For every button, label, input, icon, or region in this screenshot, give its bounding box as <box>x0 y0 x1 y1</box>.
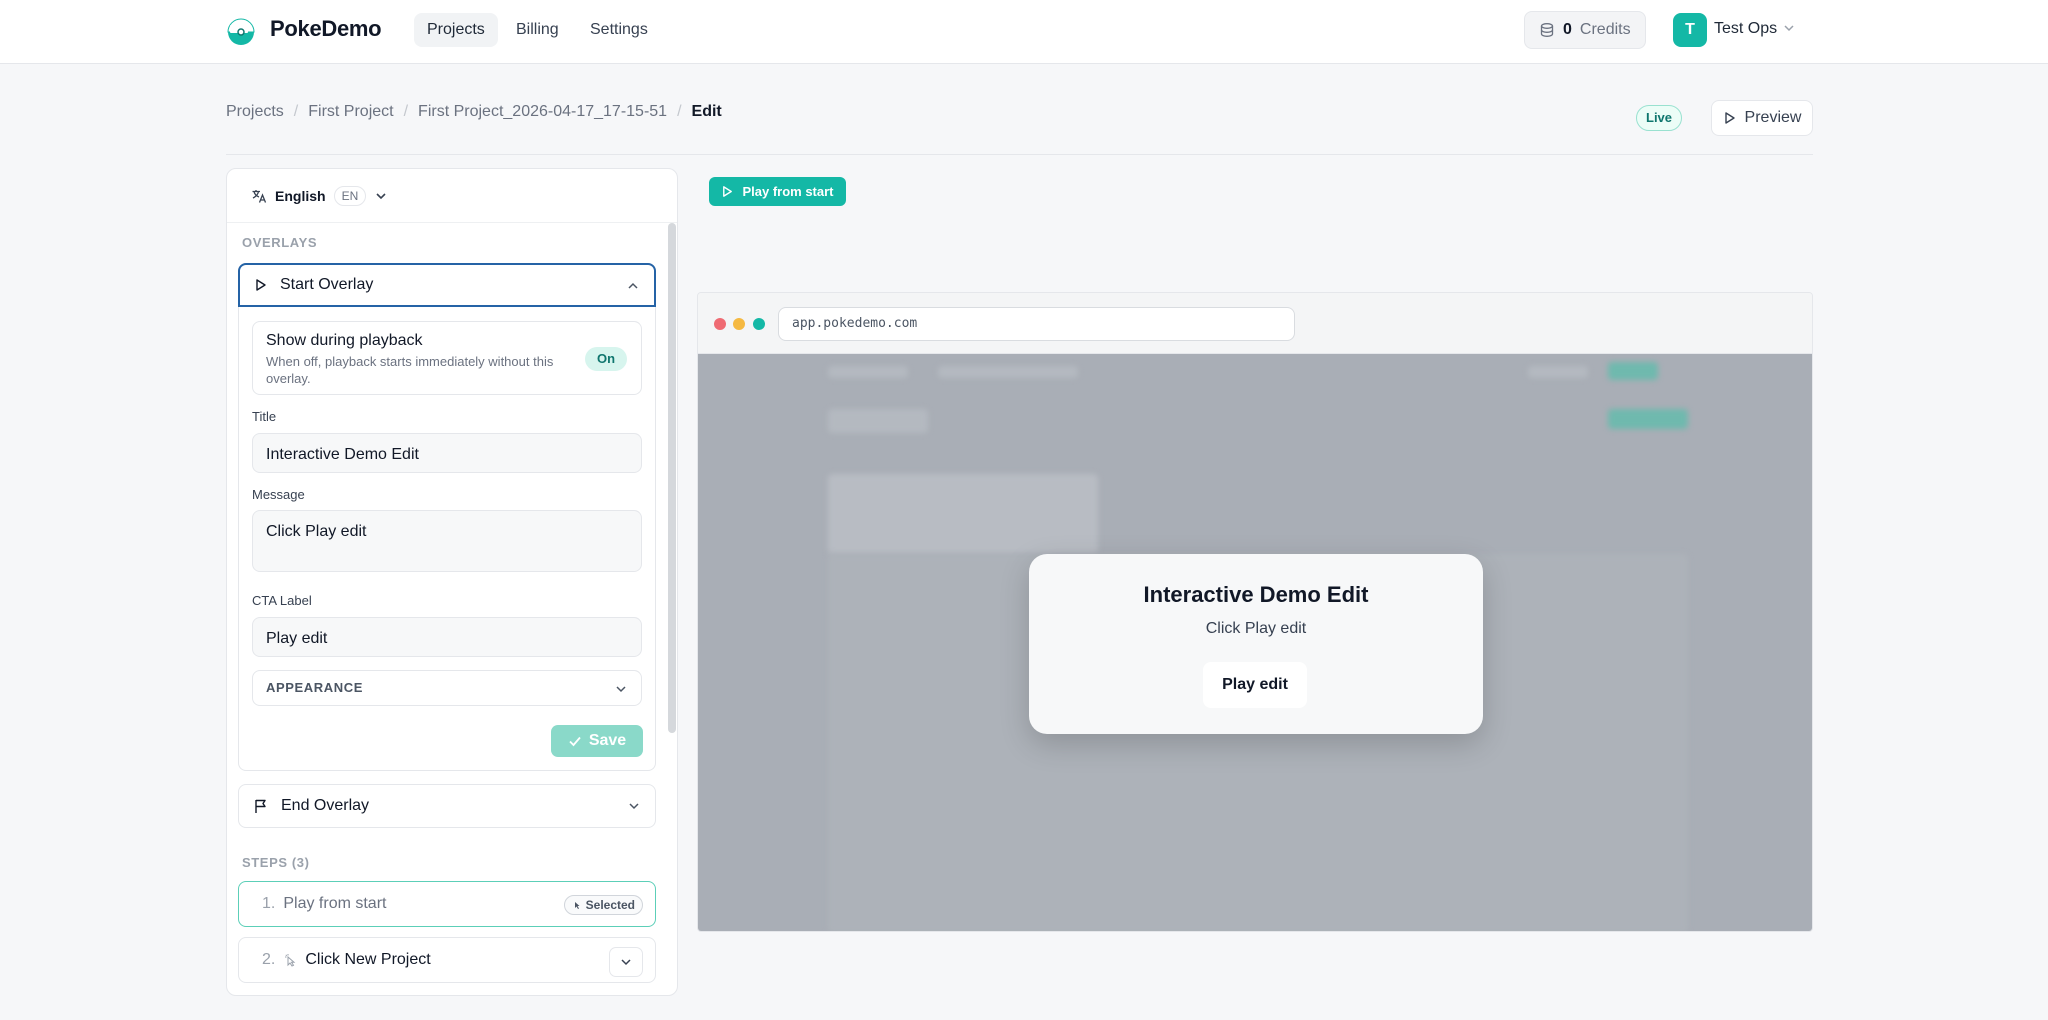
language-code: EN <box>333 185 367 206</box>
preview-label: Preview <box>1744 109 1802 126</box>
nav-settings[interactable]: Settings <box>577 13 661 47</box>
message-label: Message <box>252 487 305 502</box>
status-badge: Live <box>1636 105 1683 131</box>
play-icon <box>723 186 733 197</box>
breadcrumb-separator: / <box>403 103 409 120</box>
show-during-playback-desc: When off, playback starts immediately wi… <box>266 354 554 386</box>
language-name: English <box>275 187 326 204</box>
step-expand-button[interactable] <box>609 947 643 977</box>
title-input[interactable]: Interactive Demo Edit <box>252 433 642 473</box>
window-maximize-dot <box>753 318 765 330</box>
overlays-section-label: OVERLAYS <box>242 235 318 250</box>
check-icon <box>569 736 581 747</box>
browser-preview: app.pokedemo.com Interactive Demo Edit C… <box>697 292 1813 932</box>
selected-badge: Selected <box>563 895 643 915</box>
breadcrumb-current: Edit <box>691 103 722 120</box>
translate-icon <box>252 189 267 203</box>
play-icon <box>256 279 266 291</box>
message-textarea[interactable]: Click Play edit <box>252 510 642 572</box>
title-label: Title <box>252 409 277 424</box>
chevron-down-icon[interactable] <box>1783 22 1795 34</box>
breadcrumb-demo[interactable]: First Project_2026-04-17_17-15-51 <box>418 103 667 121</box>
start-overlay-title: Start Overlay <box>280 276 374 293</box>
user-name[interactable]: Test Ops <box>1714 20 1777 38</box>
breadcrumb: Projects / First Project / First Project… <box>226 103 722 121</box>
nav-projects[interactable]: Projects <box>414 13 498 47</box>
save-button[interactable]: Save <box>551 725 643 757</box>
start-overlay-modal: Interactive Demo Edit Click Play edit Pl… <box>1029 554 1483 734</box>
breadcrumb-first-project[interactable]: First Project <box>308 103 393 121</box>
blurred-app-nav <box>828 366 908 378</box>
url-bar: app.pokedemo.com <box>778 307 1295 341</box>
coins-icon <box>1540 23 1554 37</box>
blurred-app-button <box>1608 409 1688 429</box>
avatar[interactable]: T <box>1673 13 1707 47</box>
step-number: 2. <box>262 951 276 968</box>
blurred-app-avatar <box>1608 362 1658 380</box>
divider <box>226 154 1813 155</box>
pointer-click-icon <box>574 902 580 909</box>
step-item-1[interactable]: 1. Play from start Selected <box>238 881 656 927</box>
flag-icon <box>255 799 266 813</box>
modal-cta-button[interactable]: Play edit <box>1203 662 1307 708</box>
nav-billing[interactable]: Billing <box>503 13 572 47</box>
appearance-label: APPEARANCE <box>266 680 364 695</box>
step-number: 1. <box>262 895 276 912</box>
pokedemo-logo-icon[interactable] <box>226 17 256 47</box>
show-during-playback-card: Show during playback When off, playback … <box>252 321 642 395</box>
pointer-click-icon <box>285 954 296 967</box>
appearance-section-toggle[interactable]: APPEARANCE <box>252 670 642 706</box>
steps-section-label: STEPS (3) <box>242 855 310 870</box>
browser-chrome: app.pokedemo.com <box>698 293 1812 354</box>
blurred-app-heading <box>828 409 928 433</box>
top-navbar: PokeDemo Projects Billing Settings 0 Cre… <box>0 0 2048 64</box>
selected-badge-label: Selected <box>585 898 635 912</box>
window-minimize-dot <box>733 318 745 330</box>
step-title: Click New Project <box>305 951 431 968</box>
chevron-down-icon <box>621 959 631 966</box>
breadcrumb-projects[interactable]: Projects <box>226 103 284 121</box>
credits-pill[interactable]: 0 Credits <box>1524 11 1646 49</box>
end-overlay-header[interactable]: End Overlay <box>238 784 656 828</box>
language-selector[interactable]: English EN <box>227 169 677 223</box>
play-icon <box>1724 112 1735 124</box>
modal-message: Click Play edit <box>1205 620 1307 637</box>
breadcrumb-separator: / <box>677 103 682 120</box>
demo-viewport: Interactive Demo Edit Click Play edit Pl… <box>698 354 1812 931</box>
brand-name[interactable]: PokeDemo <box>270 16 382 42</box>
play-from-start-button[interactable]: Play from start <box>709 177 846 206</box>
credits-label: Credits <box>1579 21 1631 38</box>
step-title: Play from start <box>283 895 387 912</box>
chevron-up-icon <box>628 282 638 289</box>
modal-title: Interactive Demo Edit <box>1143 582 1369 607</box>
cta-label-input[interactable]: Play edit <box>252 617 642 657</box>
window-close-dot <box>714 318 726 330</box>
panel-scrollbar[interactable] <box>668 223 676 733</box>
start-overlay-header[interactable]: Start Overlay <box>238 263 656 307</box>
blurred-app-links <box>938 366 1078 378</box>
blurred-app-card <box>828 474 1098 554</box>
chevron-down-icon <box>376 192 386 199</box>
breadcrumb-separator: / <box>293 103 299 120</box>
step-item-2[interactable]: 2. Click New Project <box>238 937 656 983</box>
chevron-down-icon <box>616 686 626 693</box>
show-during-playback-title: Show during playback <box>266 332 423 349</box>
editor-panel: English EN OVERLAYS Start Overlay Show d… <box>226 168 678 996</box>
cta-label-label: CTA Label <box>252 593 312 608</box>
play-from-start-label: Play from start <box>742 184 834 199</box>
chevron-down-icon <box>629 803 639 810</box>
preview-button[interactable]: Preview <box>1711 100 1813 136</box>
show-during-playback-toggle[interactable]: On <box>585 347 627 371</box>
blurred-app-credits <box>1528 366 1588 378</box>
end-overlay-title: End Overlay <box>281 797 370 814</box>
save-label: Save <box>588 732 627 749</box>
credits-count: 0 <box>1563 21 1572 38</box>
